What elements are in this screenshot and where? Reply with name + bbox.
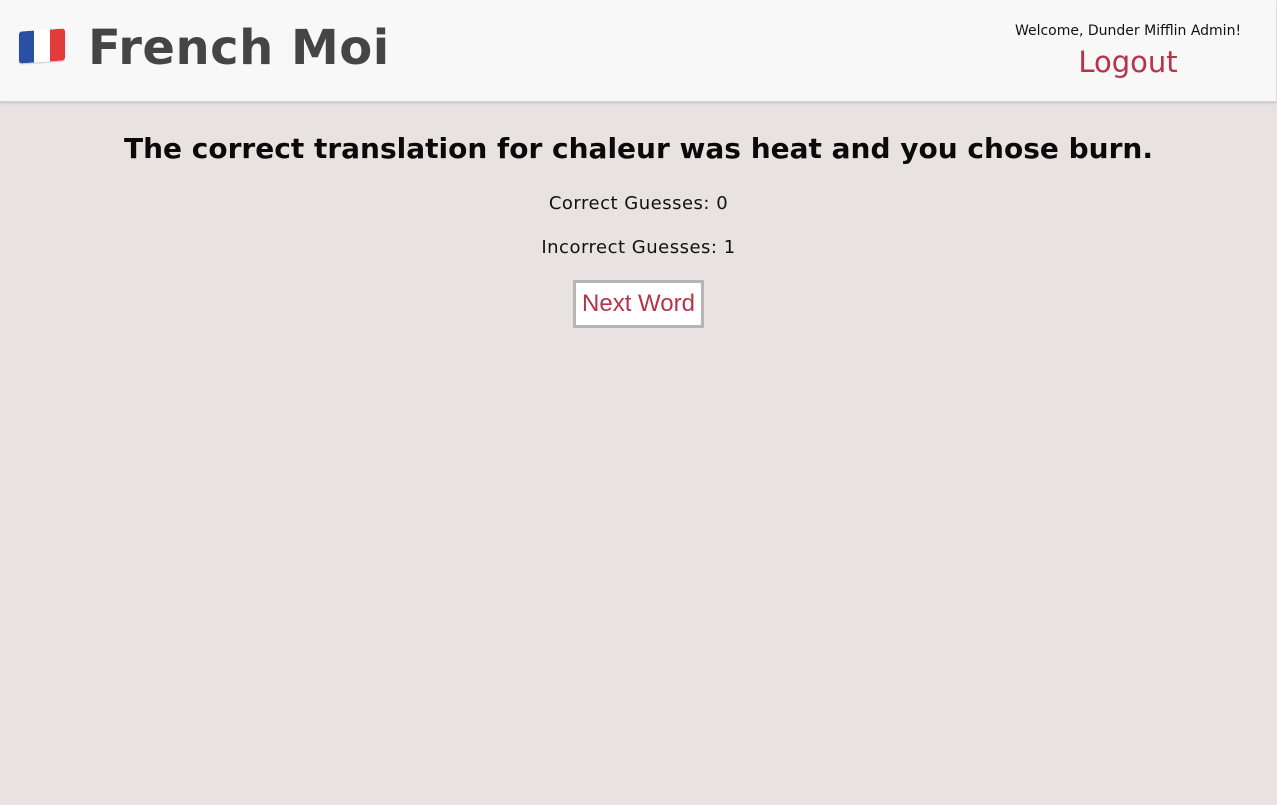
france-flag-icon — [19, 28, 65, 64]
correct-guesses-count: Correct Guesses: 0 — [548, 193, 729, 214]
incorrect-guesses-count: Incorrect Guesses: 1 — [541, 237, 736, 258]
logout-link[interactable]: Logout — [1078, 44, 1177, 80]
app-title: French Moi — [88, 20, 390, 76]
user-area: Welcome, Dunder Mifflin Admin! Logout — [1008, 22, 1248, 80]
flag-stripe-red — [49, 28, 65, 62]
app-header: French Moi Welcome, Dunder Mifflin Admin… — [0, 0, 1276, 103]
next-word-button[interactable]: Next Word — [573, 280, 704, 328]
translation-feedback: The correct translation for chaleur was … — [124, 132, 1153, 165]
flag-stripe-blue — [19, 30, 35, 64]
welcome-message: Welcome, Dunder Mifflin Admin! — [1014, 23, 1242, 39]
flag-stripe-white — [34, 29, 50, 63]
quiz-result: The correct translation for chaleur was … — [0, 130, 1277, 328]
